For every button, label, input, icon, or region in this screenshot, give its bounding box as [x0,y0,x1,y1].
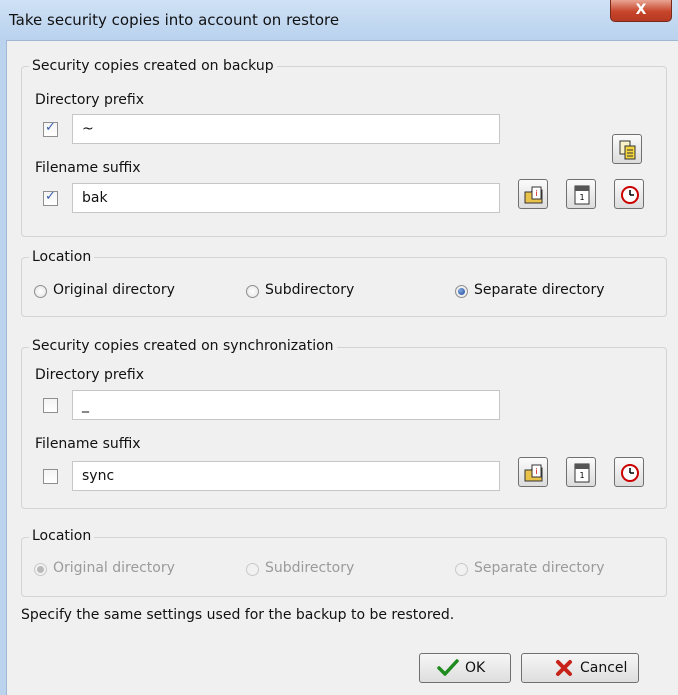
backup-location-separate-label[interactable]: Separate directory [474,282,604,298]
dialog-window: Take security copies into account on res… [0,0,678,695]
cancel-button[interactable]: Cancel [521,653,639,683]
sync-location-original-radio[interactable] [34,563,47,576]
ok-button[interactable]: OK [419,653,511,683]
backup-directory-prefix-checkbox[interactable]: ✓ [43,120,58,137]
calendar-icon: 1 [574,463,590,483]
svg-text:1: 1 [579,193,584,202]
backup-date-button[interactable]: 1 [566,179,596,209]
sync-directory-prefix-input[interactable]: _ [72,390,500,420]
sync-filename-suffix-label: Filename suffix [35,436,141,452]
svg-text:i: i [535,189,537,198]
backup-filename-suffix-label: Filename suffix [35,160,141,176]
window-border [0,40,7,695]
sync-location-subdirectory-label[interactable]: Subdirectory [265,560,354,576]
backup-location-subdirectory-radio[interactable] [246,285,259,298]
sync-date-button[interactable]: 1 [566,457,596,487]
check-icon: ✓ [45,120,56,135]
backup-time-button[interactable] [614,179,644,209]
sync-location-separate-radio[interactable] [455,563,468,576]
sync-directory-prefix-label: Directory prefix [35,367,145,383]
copy-icon [619,140,636,160]
backup-location-subdirectory-label[interactable]: Subdirectory [265,282,354,298]
check-icon: ✓ [45,189,56,204]
backup-directory-prefix-label: Directory prefix [35,92,145,108]
folder-info-icon: i [524,464,543,482]
backup-location-original-radio[interactable] [34,285,47,298]
ok-label: OK [465,660,486,676]
title-bar: Take security copies into account on res… [0,0,678,41]
backup-location-original-label[interactable]: Original directory [53,282,175,298]
sync-folder-info-button[interactable]: i [518,457,548,487]
backup-location-separate-radio[interactable] [455,285,468,298]
svg-text:1: 1 [579,471,584,480]
cancel-label: Cancel [580,660,628,676]
checkmark-icon [437,659,459,676]
sync-location-separate-label[interactable]: Separate directory [474,560,604,576]
backup-directory-prefix-input[interactable]: ~ [72,114,500,144]
cancel-x-icon [556,660,572,676]
sync-location-legend: Location [29,528,95,544]
sync-filename-suffix-input[interactable]: sync [72,461,500,491]
sync-location-original-label[interactable]: Original directory [53,560,175,576]
folder-info-icon: i [524,186,543,204]
close-button[interactable]: X [610,0,672,22]
sync-group-legend: Security copies created on synchronizati… [29,338,337,354]
backup-filename-suffix-checkbox[interactable]: ✓ [43,189,58,206]
clock-icon [621,186,639,204]
sync-location-subdirectory-radio[interactable] [246,563,259,576]
sync-filename-suffix-checkbox[interactable] [43,469,58,484]
hint-text: Specify the same settings used for the b… [21,607,455,623]
backup-group-legend: Security copies created on backup [29,58,277,74]
backup-folder-info-button[interactable]: i [518,179,548,209]
copy-settings-button[interactable] [612,134,642,164]
sync-time-button[interactable] [614,457,644,487]
clock-icon [621,464,639,482]
window-title: Take security copies into account on res… [9,11,340,29]
backup-location-legend: Location [29,249,95,265]
svg-text:i: i [535,467,537,476]
backup-filename-suffix-input[interactable]: bak [72,183,500,213]
sync-directory-prefix-checkbox[interactable] [43,398,58,413]
calendar-icon: 1 [574,185,590,205]
